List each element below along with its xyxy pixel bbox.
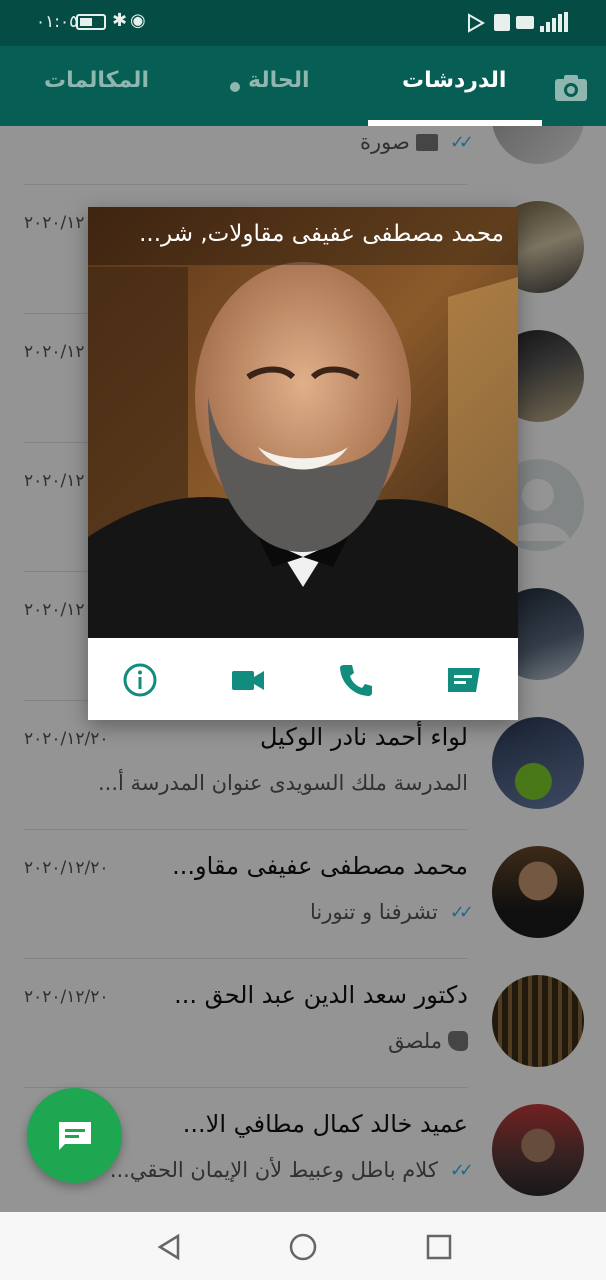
recents-icon[interactable] <box>424 1232 454 1262</box>
system-nav-bar <box>0 1212 606 1280</box>
call-icon <box>340 665 372 696</box>
eye-comfort-icon: ◉ <box>130 10 146 31</box>
message-icon <box>448 668 480 692</box>
video-call-button[interactable] <box>230 662 266 698</box>
status-bar: ٠١:٠٥ ✱ ◉ <box>0 0 606 46</box>
tab-status[interactable]: الحالة <box>248 68 310 93</box>
battery-icon <box>76 14 106 30</box>
signal-icon <box>540 12 568 32</box>
info-icon <box>123 663 157 697</box>
status-time: ٠١:٠٥ <box>36 12 79 32</box>
message-button[interactable] <box>446 662 482 698</box>
mail-icon <box>516 16 534 29</box>
call-button[interactable] <box>338 662 374 698</box>
play-store-icon <box>468 13 486 33</box>
tab-calls[interactable]: المكالمات <box>44 68 149 93</box>
facebook-icon <box>494 14 510 31</box>
profile-popup: محمد مصطفى عفيفى مقاولات, شر... <box>88 207 518 720</box>
bluetooth-icon: ✱ <box>112 10 128 31</box>
profile-photo[interactable]: محمد مصطفى عفيفى مقاولات, شر... <box>88 207 518 638</box>
app-bar: المكالمات الحالة الدردشات <box>0 46 606 126</box>
back-icon[interactable] <box>154 1232 184 1262</box>
status-update-dot <box>230 82 240 92</box>
new-chat-button[interactable] <box>27 1088 122 1183</box>
new-chat-icon <box>59 1122 91 1150</box>
popup-actions <box>88 638 518 720</box>
home-icon[interactable] <box>288 1232 318 1262</box>
tab-chats[interactable]: الدردشات <box>402 68 506 93</box>
video-call-icon <box>232 671 264 690</box>
popup-contact-name: محمد مصطفى عفيفى مقاولات, شر... <box>88 207 518 265</box>
info-button[interactable] <box>122 662 158 698</box>
camera-icon[interactable] <box>554 74 588 102</box>
